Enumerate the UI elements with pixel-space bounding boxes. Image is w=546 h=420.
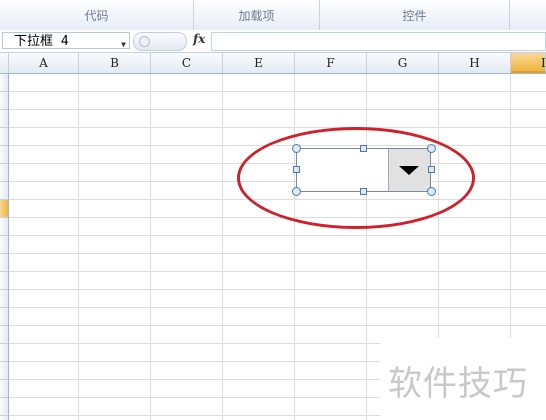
row-header[interactable] — [0, 128, 8, 146]
dropdown-control[interactable] — [296, 148, 431, 192]
column-header[interactable]: G — [367, 53, 439, 73]
row-header[interactable] — [0, 290, 8, 308]
resize-handle-bottom-right[interactable] — [427, 187, 436, 196]
row-header[interactable] — [0, 344, 8, 362]
row-header-strip — [0, 74, 9, 420]
resize-handle-left[interactable] — [293, 166, 300, 173]
row-header[interactable] — [0, 164, 8, 182]
row-header[interactable] — [0, 254, 8, 272]
resize-handle-top[interactable] — [360, 145, 367, 152]
row-header[interactable] — [0, 110, 8, 128]
column-header[interactable]: H — [439, 53, 511, 73]
row-header[interactable] — [0, 380, 8, 398]
row-header[interactable] — [0, 218, 8, 236]
row-header[interactable] — [0, 272, 8, 290]
row-header[interactable] — [0, 92, 8, 110]
column-header-active[interactable]: I — [511, 53, 546, 73]
column-header[interactable]: C — [151, 53, 223, 73]
row-header[interactable] — [0, 236, 8, 254]
row-header[interactable] — [0, 74, 8, 92]
ribbon-group-bar: 代码 加载项 控件 — [0, 0, 546, 31]
row-header[interactable] — [0, 398, 8, 416]
ribbon-group-code[interactable]: 代码 — [0, 0, 194, 30]
circle-icon — [139, 36, 150, 47]
resize-handle-bottom[interactable] — [360, 188, 367, 195]
column-header[interactable]: E — [223, 53, 295, 73]
row-header-active[interactable] — [0, 200, 8, 218]
formula-input[interactable] — [211, 32, 546, 51]
chevron-down-icon[interactable]: ▼ — [121, 36, 126, 53]
row-header[interactable] — [0, 182, 8, 200]
name-box[interactable]: 下拉框 4 ▼ — [2, 32, 130, 49]
insert-function-button[interactable]: fx — [193, 32, 205, 46]
column-header[interactable]: F — [295, 53, 367, 73]
column-header[interactable]: B — [79, 53, 151, 73]
formula-resize-handle[interactable] — [133, 32, 187, 51]
select-all-corner[interactable] — [0, 53, 9, 73]
resize-handle-top-right[interactable] — [427, 144, 436, 153]
resize-handle-right[interactable] — [428, 166, 435, 173]
row-header[interactable] — [0, 308, 8, 326]
watermark-text: 软件技巧 — [388, 364, 528, 404]
resize-handle-bottom-left[interactable] — [292, 187, 301, 196]
triangle-down-icon — [399, 166, 419, 175]
name-box-value: 下拉框 4 — [14, 34, 69, 49]
resize-handle-top-left[interactable] — [292, 144, 301, 153]
row-header[interactable] — [0, 326, 8, 344]
ribbon-group-addins[interactable]: 加载项 — [194, 0, 320, 30]
dropdown-button[interactable] — [388, 149, 430, 191]
column-header[interactable]: A — [9, 53, 79, 73]
column-header-row: A B C E F G H I — [0, 53, 546, 74]
formula-controls: fx — [133, 32, 209, 51]
ribbon-group-controls[interactable]: 控件 — [320, 0, 510, 30]
formula-bar: 下拉框 4 ▼ fx — [0, 30, 546, 53]
row-header[interactable] — [0, 146, 8, 164]
row-header[interactable] — [0, 362, 8, 380]
